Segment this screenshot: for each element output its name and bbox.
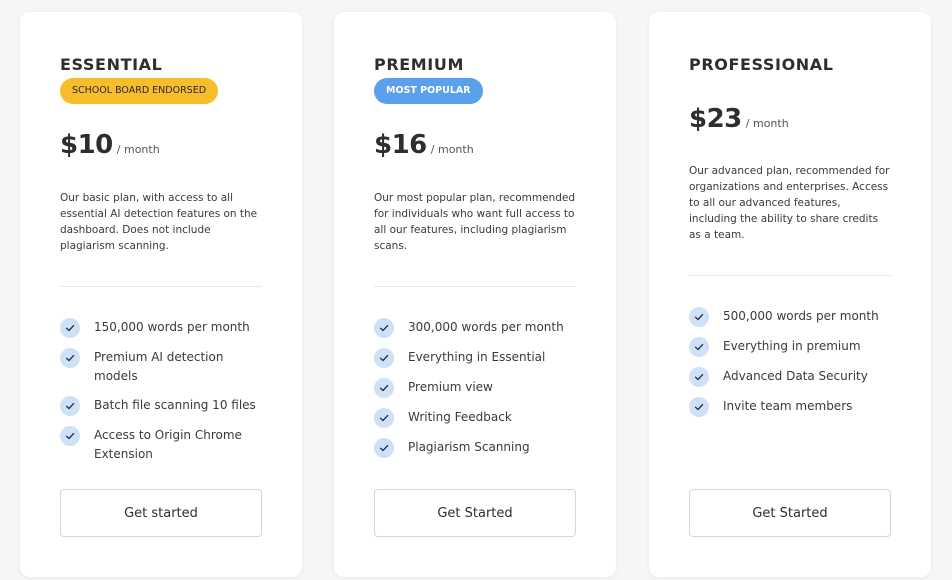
feature-label: 150,000 words per month [94, 320, 250, 334]
check-icon [374, 408, 394, 428]
plan-card-professional: PROFESSIONAL $23/ month Our advanced pla… [649, 12, 931, 577]
feature-item: Premium AI detection models [60, 348, 262, 386]
feature-label: Batch file scanning 10 files [94, 398, 256, 412]
plan-price: $10/ month [60, 130, 160, 160]
divider [60, 286, 262, 287]
check-icon [374, 378, 394, 398]
feature-item: 300,000 words per month [374, 318, 576, 338]
feature-label: Invite team members [723, 399, 853, 413]
feature-label: Access to Origin Chrome Extension [94, 428, 242, 461]
feature-item: Advanced Data Security [689, 367, 891, 387]
check-icon [60, 396, 80, 416]
feature-item: 150,000 words per month [60, 318, 262, 338]
feature-item: Access to Origin Chrome Extension [60, 426, 262, 464]
plan-price: $23/ month [689, 104, 789, 134]
feature-item: Everything in premium [689, 337, 891, 357]
plan-card-essential: ESSENTIAL SCHOOL BOARD ENDORSED $10/ mon… [20, 12, 302, 577]
check-icon [60, 348, 80, 368]
feature-item: Everything in Essential [374, 348, 576, 368]
check-icon [374, 348, 394, 368]
feature-item: 500,000 words per month [689, 307, 891, 327]
check-icon [689, 367, 709, 387]
feature-label: Writing Feedback [408, 410, 512, 424]
price-period: / month [430, 143, 474, 156]
feature-list: 500,000 words per month Everything in pr… [689, 307, 891, 427]
get-started-button-premium[interactable]: Get Started [374, 489, 576, 537]
plan-price: $16/ month [374, 130, 474, 160]
price-amount: $23 [689, 104, 742, 134]
check-icon [374, 318, 394, 338]
price-amount: $16 [374, 130, 427, 160]
get-started-button-professional[interactable]: Get Started [689, 489, 891, 537]
feature-label: Premium view [408, 380, 493, 394]
feature-item: Plagiarism Scanning [374, 438, 576, 458]
feature-item: Writing Feedback [374, 408, 576, 428]
feature-list: 300,000 words per month Everything in Es… [374, 318, 576, 468]
feature-label: Everything in premium [723, 339, 861, 353]
divider [374, 286, 576, 287]
check-icon [374, 438, 394, 458]
check-icon [689, 337, 709, 357]
school-board-endorsed-badge: SCHOOL BOARD ENDORSED [60, 78, 219, 104]
plan-card-premium: PREMIUM MOST POPULAR $16/ month Our most… [334, 12, 616, 577]
check-icon [60, 426, 80, 446]
price-amount: $10 [60, 130, 113, 160]
plan-name: ESSENTIAL [60, 55, 163, 74]
check-icon [60, 318, 80, 338]
feature-label: Plagiarism Scanning [408, 440, 530, 454]
pricing-section: ESSENTIAL SCHOOL BOARD ENDORSED $10/ mon… [0, 0, 952, 580]
plan-description: Our advanced plan, recommended for organ… [689, 165, 890, 241]
plan-name: PREMIUM [374, 55, 464, 74]
price-period: / month [745, 117, 789, 130]
feature-label: Everything in Essential [408, 350, 546, 364]
feature-item: Invite team members [689, 397, 891, 417]
feature-label: 300,000 words per month [408, 320, 564, 334]
check-icon [689, 397, 709, 417]
most-popular-badge: MOST POPULAR [374, 78, 483, 104]
divider [689, 275, 891, 276]
plan-name: PROFESSIONAL [689, 55, 834, 74]
feature-item: Batch file scanning 10 files [60, 396, 262, 416]
feature-label: Advanced Data Security [723, 369, 868, 383]
check-icon [689, 307, 709, 327]
feature-label: 500,000 words per month [723, 309, 879, 323]
feature-label: Premium AI detection models [94, 350, 224, 383]
feature-item: Premium view [374, 378, 576, 398]
feature-list: 150,000 words per month Premium AI detec… [60, 318, 262, 474]
get-started-button-essential[interactable]: Get started [60, 489, 262, 537]
price-period: / month [116, 143, 160, 156]
plan-description: Our basic plan, with access to all essen… [60, 192, 258, 252]
plan-description: Our most popular plan, recommended for i… [374, 192, 576, 252]
